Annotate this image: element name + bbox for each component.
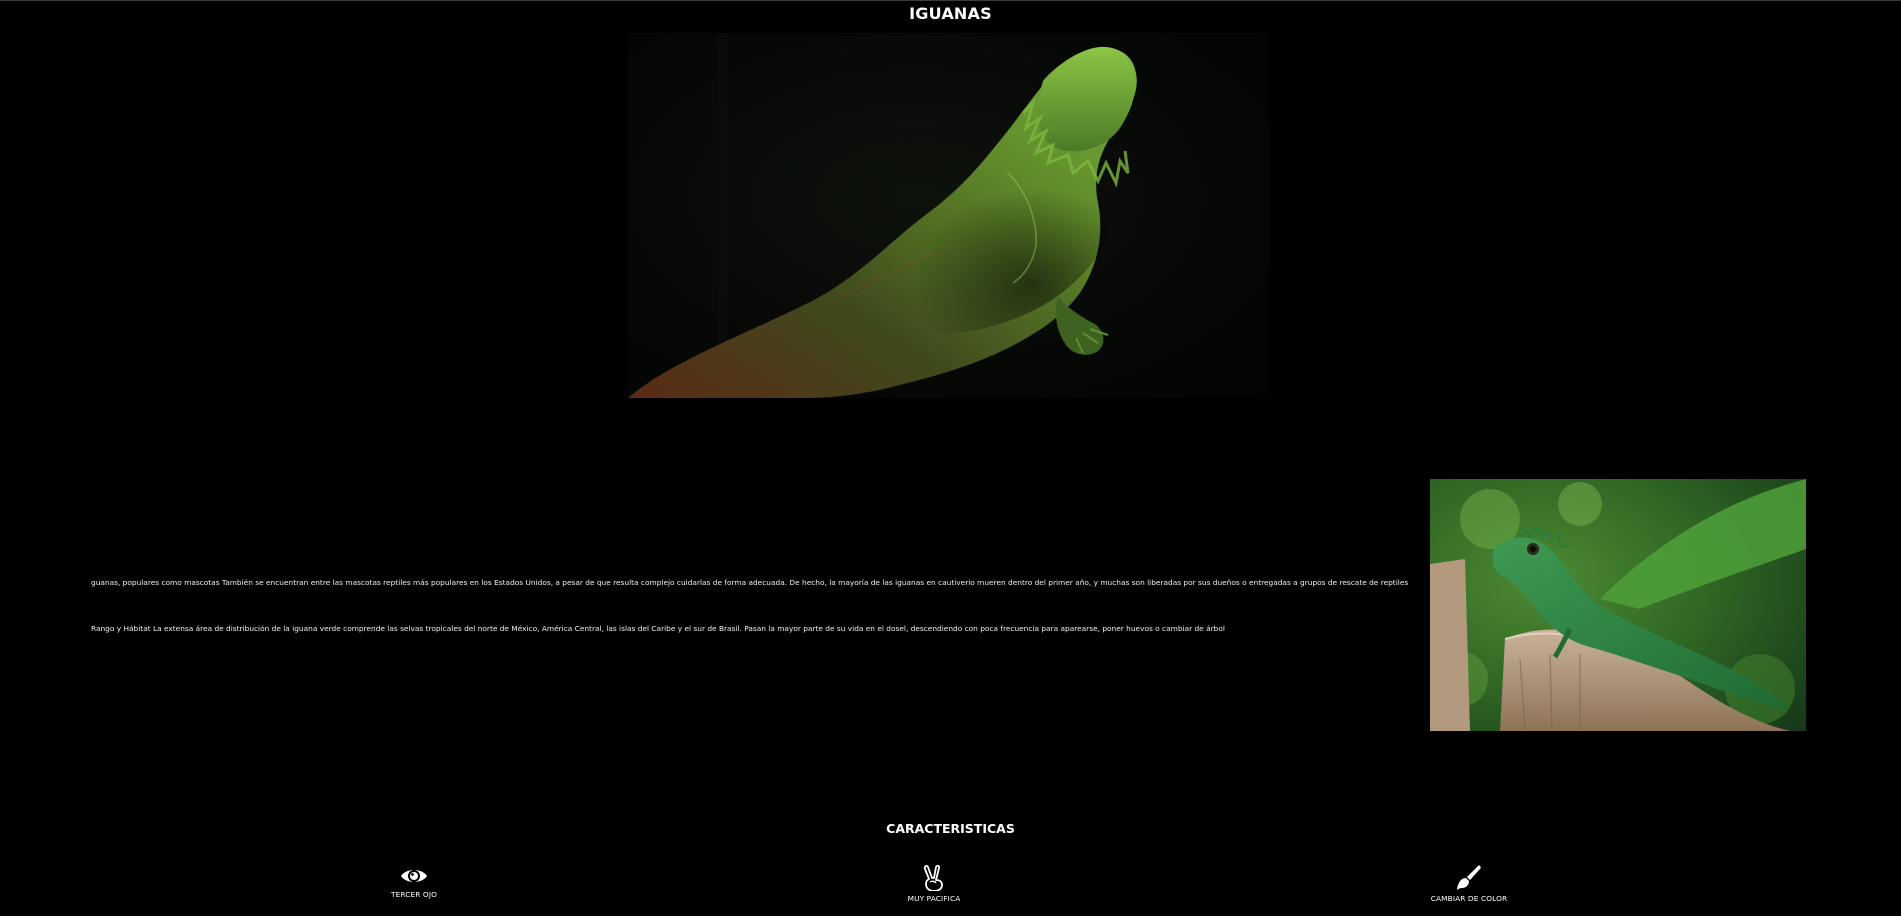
page-title: IGUANAS [909,4,992,23]
feature-third-eye: TERCER OJO [324,865,504,899]
peace-hand-icon [923,865,943,891]
description-paragraph-habitat: Rango y Hábitat La extensa área de distr… [91,624,1225,633]
feature-peaceful: MUY PACIFICA [844,865,1024,903]
feature-color-change: CAMBIAR DE COLOR [1379,865,1559,903]
features-title: CARACTERISTICAS [886,821,1015,836]
paintbrush-icon [1457,865,1481,890]
description-paragraph-pets: guanas, populares como mascotas También … [91,578,1409,587]
side-lizard-image [1430,479,1806,731]
feature-label: CAMBIAR DE COLOR [1430,894,1508,903]
hero-lizard-image [628,33,1269,398]
eye-icon [401,870,427,882]
feature-label: MUY PACIFICA [907,894,961,903]
feature-label: TERCER OJO [390,890,438,899]
page: IGUANAS guanas, populares como mascotas … [0,0,1901,916]
